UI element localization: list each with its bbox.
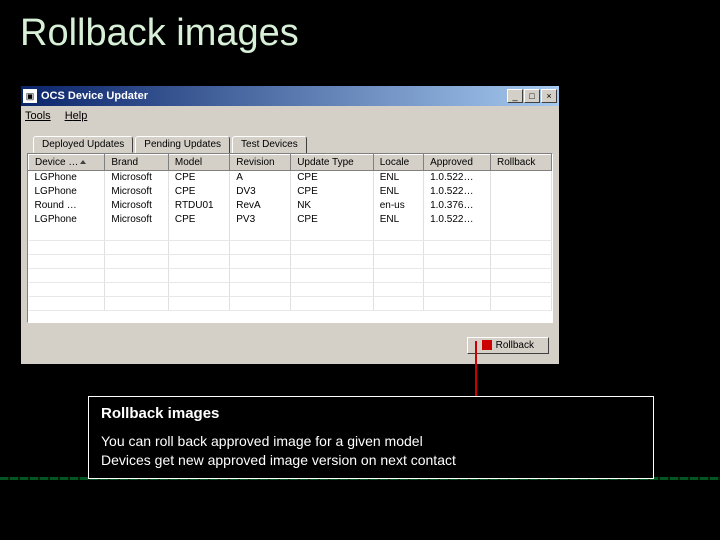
menu-help[interactable]: Help: [65, 110, 88, 122]
app-window: ▣ OCS Device Updater _ □ × Tools Help De…: [20, 85, 560, 365]
table-row[interactable]: LGPhoneMicrosoftCPEACPEENL1.0.522…: [29, 171, 552, 185]
col-model[interactable]: Model: [168, 155, 229, 171]
tab-test-devices[interactable]: Test Devices: [232, 136, 307, 153]
col-device[interactable]: Device …: [29, 155, 105, 171]
rollback-button[interactable]: Rollback: [467, 337, 549, 354]
menubar: Tools Help: [21, 106, 559, 126]
callout-box: Rollback images You can roll back approv…: [88, 396, 654, 479]
close-button[interactable]: ×: [541, 89, 557, 103]
callout-text: You can roll back approved image for a g…: [101, 432, 641, 470]
tab-strip: Deployed Updates Pending Updates Test De…: [27, 132, 553, 154]
maximize-button[interactable]: □: [524, 89, 540, 103]
table-row[interactable]: LGPhoneMicrosoftCPEPV3CPEENL1.0.522…: [29, 213, 552, 227]
grid-header-row: Device … Brand Model Revision Update Typ…: [29, 155, 552, 171]
app-icon: ▣: [23, 89, 37, 103]
col-rollback[interactable]: Rollback: [490, 155, 551, 171]
col-update-type[interactable]: Update Type: [291, 155, 374, 171]
col-revision[interactable]: Revision: [230, 155, 291, 171]
grid-body: LGPhoneMicrosoftCPEACPEENL1.0.522… LGPho…: [29, 171, 552, 311]
minimize-button[interactable]: _: [507, 89, 523, 103]
rollback-icon: [482, 340, 492, 350]
sort-icon: [80, 160, 86, 164]
table-row[interactable]: LGPhoneMicrosoftCPEDV3CPEENL1.0.522…: [29, 185, 552, 199]
titlebar[interactable]: ▣ OCS Device Updater _ □ ×: [21, 86, 559, 106]
callout-title: Rollback images: [101, 405, 641, 422]
col-approved[interactable]: Approved: [424, 155, 491, 171]
slide-title: Rollback images: [0, 0, 720, 59]
col-brand[interactable]: Brand: [105, 155, 169, 171]
callout-connector: [475, 341, 477, 397]
col-locale[interactable]: Locale: [373, 155, 423, 171]
tab-pending-updates[interactable]: Pending Updates: [135, 136, 230, 153]
table-row[interactable]: Round …MicrosoftRTDU01RevANKen-us1.0.376…: [29, 199, 552, 213]
tab-deployed-updates[interactable]: Deployed Updates: [33, 136, 133, 153]
menu-tools[interactable]: Tools: [25, 110, 51, 122]
window-title: OCS Device Updater: [41, 90, 507, 102]
updates-grid[interactable]: Device … Brand Model Revision Update Typ…: [27, 153, 553, 323]
